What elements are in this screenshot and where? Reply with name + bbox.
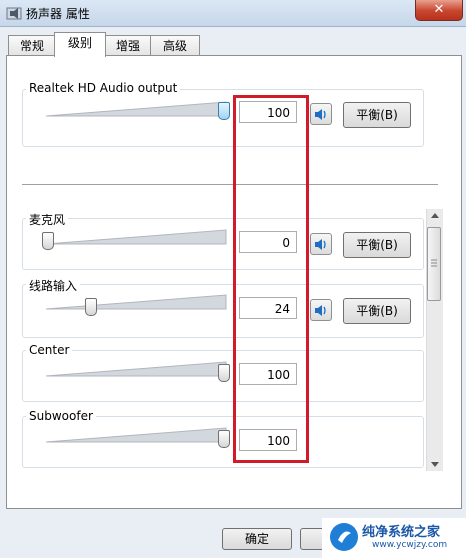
watermark-text: 纯净系统之家 [362,525,441,540]
separator [22,184,438,185]
speaker-icon [315,239,326,250]
channel-label-microphone: 麦克风 [26,211,69,228]
close-icon: ✕ [433,2,445,17]
close-button[interactable]: ✕ [415,0,463,21]
ok-button[interactable]: 确定 [222,528,292,550]
speaker-icon [315,109,326,120]
speaker-icon [315,305,326,316]
channel-label-subwoofer: Subwoofer [26,409,96,423]
watermark-url: www.ycwjzy.com [372,540,448,550]
microphone-balance-button[interactable]: 平衡(B) [343,232,411,258]
watermark-logo-icon [330,523,358,551]
highlight-box [233,95,309,463]
main-output-slider[interactable] [44,100,230,121]
tab-advanced[interactable]: 高级 [150,35,200,56]
channel-label-center: Center [26,343,73,357]
tab-levels[interactable]: 级别 [54,32,106,57]
window-title: 扬声器 属性 [26,7,90,21]
main-output-label: Realtek HD Audio output [26,81,181,95]
microphone-slider-thumb[interactable] [42,232,54,250]
scrollbar-thumb[interactable] [427,227,441,301]
subwoofer-slider-thumb[interactable] [218,430,230,448]
line-in-slider-thumb[interactable] [85,298,97,316]
line-in-balance-button[interactable]: 平衡(B) [343,298,411,324]
tab-general[interactable]: 常规 [8,35,56,56]
microphone-mute-button[interactable] [310,233,332,255]
main-output-slider-thumb[interactable] [218,102,230,120]
subwoofer-slider[interactable] [44,426,230,447]
main-output-mute-button[interactable] [310,103,332,125]
main-output-balance-button[interactable]: 平衡(B) [343,102,411,128]
channel-label-line-in: 线路输入 [26,277,81,294]
tab-enhancements[interactable]: 增强 [104,35,152,56]
center-slider[interactable] [44,360,230,381]
line-in-mute-button[interactable] [310,299,332,321]
speaker-app-icon [6,5,22,21]
center-slider-thumb[interactable] [218,364,230,382]
line-in-slider[interactable] [44,293,230,314]
microphone-slider[interactable] [44,228,230,249]
